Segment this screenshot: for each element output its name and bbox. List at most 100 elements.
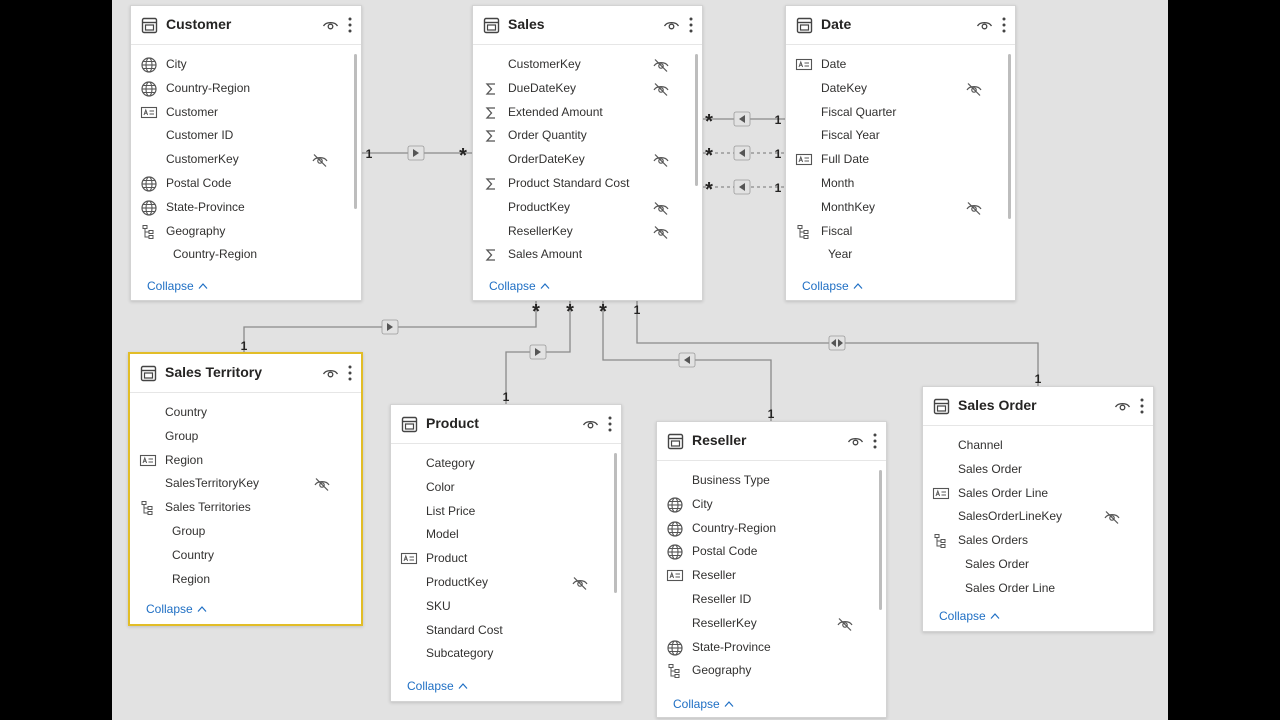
more-options-icon[interactable] xyxy=(1136,396,1148,416)
field-row[interactable]: Reseller xyxy=(657,564,886,588)
hidden-eye-icon[interactable] xyxy=(652,223,670,241)
collapse-button[interactable]: Collapse xyxy=(147,279,208,293)
field-row[interactable]: CustomerKey xyxy=(473,53,702,77)
field-row[interactable]: Sales Amount xyxy=(473,243,702,267)
field-row[interactable]: Business Type xyxy=(657,469,886,493)
card-header[interactable]: Customer xyxy=(131,6,361,45)
field-row[interactable]: Country xyxy=(130,544,361,568)
more-options-icon[interactable] xyxy=(869,431,881,451)
field-row[interactable]: Customer xyxy=(131,101,361,125)
table-card-product[interactable]: Product Category Color List Price Model Prod… xyxy=(390,404,622,702)
field-row[interactable]: DueDateKey xyxy=(473,77,702,101)
field-row[interactable]: City xyxy=(657,493,886,517)
field-row[interactable]: Region xyxy=(130,449,361,473)
table-card-sales[interactable]: Sales CustomerKey DueDateKey Extended Amou… xyxy=(472,5,703,301)
hidden-eye-icon[interactable] xyxy=(965,199,983,217)
field-row[interactable]: Extended Amount xyxy=(473,101,702,125)
field-row[interactable]: Fiscal xyxy=(786,220,1015,244)
field-row[interactable]: Sales Order Line xyxy=(923,577,1153,601)
scrollbar[interactable] xyxy=(879,470,882,610)
field-row[interactable]: ProductKey xyxy=(473,196,702,220)
collapse-button[interactable]: Collapse xyxy=(489,279,550,293)
field-row[interactable]: Customer ID xyxy=(131,124,361,148)
field-row[interactable]: Product xyxy=(391,547,621,571)
field-row[interactable]: Subcategory xyxy=(391,642,621,666)
field-row[interactable]: Month xyxy=(786,172,1015,196)
field-row[interactable]: Group xyxy=(130,520,361,544)
field-row[interactable]: Country-Region xyxy=(657,517,886,541)
collapse-button[interactable]: Collapse xyxy=(939,609,1000,623)
eye-icon[interactable] xyxy=(663,17,680,34)
field-row[interactable]: Fiscal Year xyxy=(786,124,1015,148)
field-row[interactable]: Color xyxy=(391,476,621,500)
more-options-icon[interactable] xyxy=(685,15,697,35)
field-row[interactable]: Group xyxy=(130,425,361,449)
card-header[interactable]: Sales xyxy=(473,6,702,45)
field-row[interactable]: Reseller ID xyxy=(657,588,886,612)
hidden-eye-icon[interactable] xyxy=(571,574,589,592)
hidden-eye-icon[interactable] xyxy=(652,199,670,217)
field-row[interactable]: Category xyxy=(391,452,621,476)
hidden-eye-icon[interactable] xyxy=(965,80,983,98)
field-row[interactable]: Full Date xyxy=(786,148,1015,172)
field-row[interactable]: DateKey xyxy=(786,77,1015,101)
card-header[interactable]: Sales Territory xyxy=(130,354,361,393)
field-row[interactable]: Postal Code xyxy=(657,540,886,564)
field-row[interactable]: Model xyxy=(391,523,621,547)
collapse-button[interactable]: Collapse xyxy=(802,279,863,293)
field-row[interactable]: ResellerKey xyxy=(657,612,886,636)
field-row[interactable]: SalesOrderLineKey xyxy=(923,505,1153,529)
eye-icon[interactable] xyxy=(1114,398,1131,415)
scrollbar[interactable] xyxy=(354,54,357,209)
field-row[interactable]: Product Standard Cost xyxy=(473,172,702,196)
field-row[interactable]: State-Province xyxy=(131,196,361,220)
collapse-button[interactable]: Collapse xyxy=(673,697,734,711)
hidden-eye-icon[interactable] xyxy=(311,151,329,169)
field-row[interactable]: Year xyxy=(786,243,1015,267)
field-row[interactable]: Fiscal Quarter xyxy=(786,101,1015,125)
card-header[interactable]: Sales Order xyxy=(923,387,1153,426)
field-row[interactable]: Geography xyxy=(131,220,361,244)
collapse-button[interactable]: Collapse xyxy=(407,679,468,693)
field-row[interactable]: Postal Code xyxy=(131,172,361,196)
table-card-reseller[interactable]: Reseller Business Type City Country-Region… xyxy=(656,421,887,718)
field-row[interactable]: ProductKey xyxy=(391,571,621,595)
field-row[interactable]: Standard Cost xyxy=(391,619,621,643)
more-options-icon[interactable] xyxy=(344,15,356,35)
field-row[interactable]: Sales Order xyxy=(923,458,1153,482)
hidden-eye-icon[interactable] xyxy=(652,151,670,169)
field-row[interactable]: SalesTerritoryKey xyxy=(130,472,361,496)
field-row[interactable]: ResellerKey xyxy=(473,220,702,244)
field-row[interactable]: Order Quantity xyxy=(473,124,702,148)
field-row[interactable]: MonthKey xyxy=(786,196,1015,220)
field-row[interactable]: OrderDateKey xyxy=(473,148,702,172)
field-row[interactable]: Sales Order xyxy=(923,553,1153,577)
field-row[interactable]: Country-Region xyxy=(131,77,361,101)
field-row[interactable]: Geography xyxy=(657,659,886,683)
more-options-icon[interactable] xyxy=(604,414,616,434)
field-row[interactable]: Channel xyxy=(923,434,1153,458)
table-card-date[interactable]: Date Date DateKey Fiscal Quarter Fiscal Yea… xyxy=(785,5,1016,301)
hidden-eye-icon[interactable] xyxy=(1103,508,1121,526)
collapse-button[interactable]: Collapse xyxy=(146,602,207,616)
field-row[interactable]: Sales Orders xyxy=(923,529,1153,553)
field-row[interactable]: CustomerKey xyxy=(131,148,361,172)
table-card-sales-order[interactable]: Sales Order Channel Sales Order Sales Orde… xyxy=(922,386,1154,632)
field-row[interactable]: List Price xyxy=(391,500,621,524)
card-header[interactable]: Reseller xyxy=(657,422,886,461)
field-row[interactable]: Region xyxy=(130,568,361,592)
hidden-eye-icon[interactable] xyxy=(652,80,670,98)
field-row[interactable]: Country xyxy=(130,401,361,425)
field-row[interactable]: SKU xyxy=(391,595,621,619)
table-card-customer[interactable]: Customer City Country-Region Customer Custo… xyxy=(130,5,362,301)
more-options-icon[interactable] xyxy=(998,15,1010,35)
field-row[interactable]: City xyxy=(131,53,361,77)
field-row[interactable]: Country-Region xyxy=(131,243,361,267)
field-row[interactable]: Sales Order Line xyxy=(923,482,1153,506)
hidden-eye-icon[interactable] xyxy=(652,56,670,74)
eye-icon[interactable] xyxy=(582,416,599,433)
hidden-eye-icon[interactable] xyxy=(313,475,331,493)
hidden-eye-icon[interactable] xyxy=(836,615,854,633)
table-card-sales-territory[interactable]: Sales Territory Country Group Region SalesT… xyxy=(128,352,363,626)
scrollbar[interactable] xyxy=(695,54,698,186)
